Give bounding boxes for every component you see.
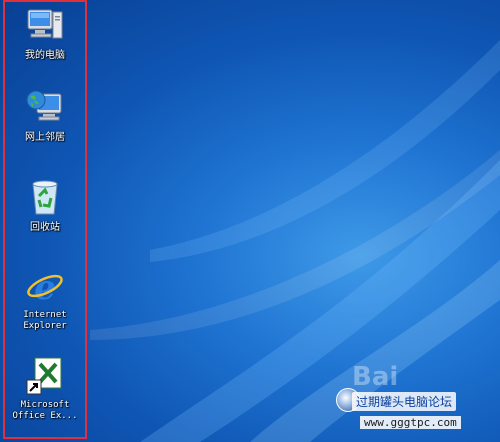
watermark-title: 过期罐头电脑论坛 [352, 392, 457, 411]
desktop-icon-my-computer[interactable]: 我的电脑 [6, 6, 84, 62]
svg-text:e: e [34, 268, 56, 306]
excel-shortcut-icon [26, 357, 62, 395]
forum-watermark: 过期罐头电脑论坛 www.gggtpc.com [332, 386, 492, 436]
recycle-bin-icon [32, 180, 58, 215]
desktop[interactable]: Bai 我的电脑 网上邻居 回收站 e Internet Explorer Mi… [0, 0, 500, 442]
desktop-icon-label: 网上邻居 [25, 132, 65, 143]
my-computer-icon [27, 9, 63, 39]
desktop-icon-recycle-bin[interactable]: 回收站 [6, 178, 84, 234]
desktop-icon-label: 我的电脑 [25, 50, 65, 61]
desktop-icon-internet-explorer[interactable]: e Internet Explorer [6, 266, 84, 332]
desktop-icon-office-excel[interactable]: Microsoft Office Ex... [6, 356, 84, 422]
desktop-icon-network-places[interactable]: 网上邻居 [6, 88, 84, 144]
network-places-icon [26, 90, 62, 121]
desktop-icon-label: Microsoft Office Ex... [12, 400, 78, 421]
internet-explorer-icon: e [27, 268, 63, 306]
desktop-icon-label: 回收站 [30, 222, 60, 233]
watermark-url: www.gggtpc.com [360, 416, 461, 429]
desktop-icon-label: Internet Explorer [23, 310, 67, 331]
